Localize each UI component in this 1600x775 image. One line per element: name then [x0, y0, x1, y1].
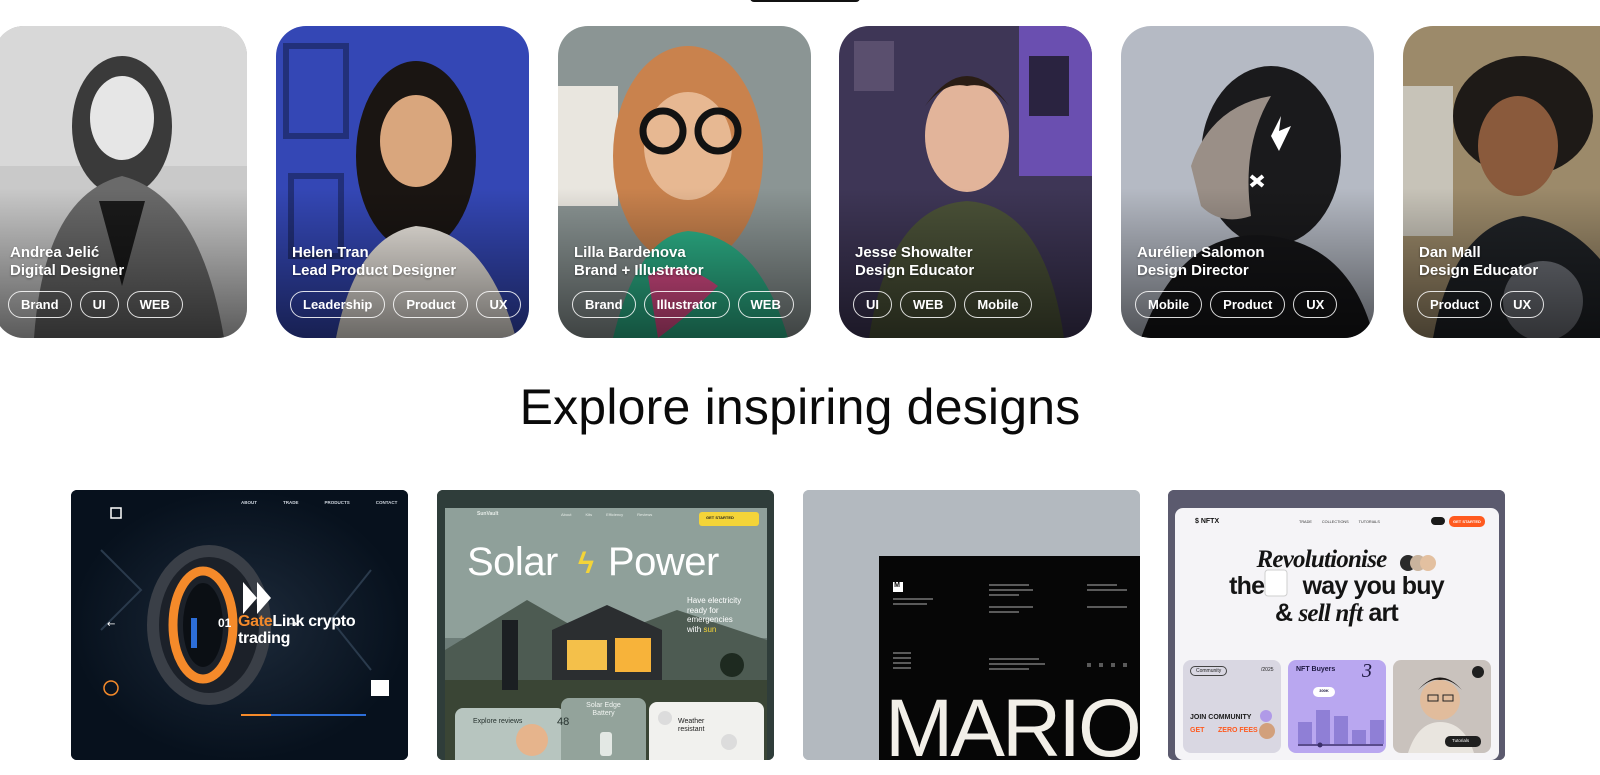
- solar-nav: About Kits Efficiency Reviews: [561, 512, 652, 517]
- designer-carousel: Andrea Jelić Digital Designer Brand UI W…: [0, 26, 1600, 338]
- mario-big-text: MARIO: [885, 683, 1140, 761]
- tag[interactable]: Product: [1210, 291, 1286, 318]
- nftx-nav: TRADE COLLECTIONS TUTORIALS: [1299, 520, 1380, 524]
- tag-list: Product UX: [1417, 291, 1545, 318]
- tag[interactable]: Mobile: [964, 291, 1032, 318]
- designer-role: Design Educator: [855, 262, 975, 279]
- tag-list: Brand UI WEB: [8, 291, 183, 318]
- designer-name: Dan Mall: [1419, 244, 1481, 261]
- nav-link[interactable]: TRADE: [1299, 520, 1312, 524]
- design-shot-gatelink[interactable]: ← → ABOUT TRADE PRODUCTS CONTACT 01 Gate…: [71, 490, 408, 760]
- tag[interactable]: UI: [79, 291, 119, 318]
- scroll-indicator: [750, 0, 860, 2]
- designer-role: Design Director: [1137, 262, 1249, 279]
- nav-link[interactable]: CONTACT: [376, 500, 398, 505]
- tag[interactable]: WEB: [900, 291, 957, 318]
- tag[interactable]: UX: [476, 291, 521, 318]
- page: Andrea Jelić Digital Designer Brand UI W…: [0, 0, 1600, 775]
- solar-title-right: Power: [607, 540, 719, 584]
- designer-role: Brand + Illustrator: [574, 262, 704, 279]
- nav-link[interactable]: TUTORIALS: [1359, 520, 1380, 524]
- tag[interactable]: UX: [1293, 291, 1338, 318]
- designer-card[interactable]: Aurélien Salomon Design Director Mobile …: [1121, 26, 1374, 338]
- headline-line2: trading: [238, 630, 291, 647]
- nftx-fees: GET ZERO FEES: [1190, 727, 1258, 734]
- nav-link[interactable]: ABOUT: [241, 500, 257, 505]
- tag[interactable]: Product: [393, 291, 469, 318]
- designer-card[interactable]: Helen Tran Lead Product Designer Leaders…: [276, 26, 529, 338]
- tag[interactable]: Illustrator: [643, 291, 730, 318]
- gatelink-headline: GateLink crypto trading: [238, 613, 356, 647]
- designer-role: Design Educator: [1419, 262, 1539, 279]
- gatelink-nav: ABOUT TRADE PRODUCTS CONTACT: [241, 500, 397, 505]
- designer-info: Jesse Showalter Design Educator: [855, 244, 974, 280]
- nftx-buyers-stat: 3: [1362, 660, 1372, 682]
- designer-name: Helen Tran: [292, 244, 369, 261]
- headline-accent: Gate: [238, 613, 273, 630]
- tag[interactable]: UX: [1500, 291, 1545, 318]
- solar-tile-weather: Weather resistant: [678, 718, 705, 733]
- nftx-cta[interactable]: GET STARTED: [1453, 519, 1481, 524]
- nav-link[interactable]: Reviews: [637, 512, 652, 517]
- designer-card[interactable]: Lilla Bardenova Brand + Illustrator Bran…: [558, 26, 811, 338]
- tag-list: Mobile Product UX: [1135, 291, 1338, 318]
- solar-title-left: Solar: [467, 540, 558, 584]
- design-shot-mario[interactable]: M MARIO: [803, 490, 1140, 760]
- nftx-headline: Revolutionise the way you buy & sell nft…: [1229, 546, 1444, 627]
- design-shot-solar[interactable]: SunVault About Kits Efficiency Reviews G…: [437, 490, 774, 760]
- nftx-community-year: /2025: [1261, 667, 1274, 673]
- designer-card[interactable]: Dan Mall Design Educator Product UX: [1403, 26, 1600, 338]
- headline-rest: Link crypto: [272, 613, 356, 630]
- solar-side-text: Have electricity ready for emergencies w…: [687, 596, 742, 634]
- gatelink-counter: 01: [218, 616, 232, 630]
- tag[interactable]: Leadership: [290, 291, 386, 318]
- bolt-icon: ϟ: [578, 547, 594, 580]
- solar-tile-battery: Solar Edge Battery: [586, 702, 621, 717]
- nftx-tutorials[interactable]: Tutorials: [1452, 738, 1469, 743]
- designer-card[interactable]: Andrea Jelić Digital Designer Brand UI W…: [0, 26, 247, 338]
- tag[interactable]: Brand: [8, 291, 72, 318]
- nav-link[interactable]: Efficiency: [606, 512, 623, 517]
- section-title: Explore inspiring designs: [519, 379, 1081, 435]
- svg-text:←: ←: [107, 619, 115, 630]
- designer-role: Lead Product Designer: [292, 262, 457, 279]
- tag-list: Brand Illustrator WEB: [572, 291, 794, 318]
- nftx-join[interactable]: JOIN COMMUNITY: [1190, 714, 1251, 721]
- designer-info: Andrea Jelić Digital Designer: [10, 244, 124, 280]
- designer-name: Aurélien Salomon: [1137, 244, 1265, 261]
- designer-info: Lilla Bardenova Brand + Illustrator: [574, 244, 704, 280]
- tag[interactable]: WEB: [126, 291, 183, 318]
- tag[interactable]: Brand: [572, 291, 636, 318]
- nav-link[interactable]: PRODUCTS: [325, 500, 350, 505]
- tag-list: Leadership Product UX: [290, 291, 521, 318]
- solar-cta[interactable]: GET STARTED: [706, 515, 734, 520]
- nftx-buyers-badge: 300K: [1319, 688, 1329, 693]
- nav-link[interactable]: COLLECTIONS: [1322, 520, 1349, 524]
- solar-brand: SunVault: [477, 511, 499, 517]
- designer-info: Dan Mall Design Educator: [1419, 244, 1538, 280]
- designer-name: Andrea Jelić: [10, 244, 100, 261]
- design-shot-nftx[interactable]: $ NFTX TRADE COLLECTIONS TUTORIALS GET S…: [1168, 490, 1505, 760]
- tag-list: UI WEB Mobile: [853, 291, 1032, 318]
- nav-link[interactable]: TRADE: [283, 500, 299, 505]
- nav-link[interactable]: About: [561, 512, 571, 517]
- tag[interactable]: Product: [1417, 291, 1493, 318]
- nftx-buyers-label: NFT Buyers: [1296, 666, 1336, 673]
- designer-info: Aurélien Salomon Design Director: [1137, 244, 1265, 280]
- tag[interactable]: WEB: [737, 291, 794, 318]
- designer-card[interactable]: Jesse Showalter Design Educator UI WEB M…: [839, 26, 1092, 338]
- nav-link[interactable]: Kits: [585, 512, 592, 517]
- nftx-community-tag: Community: [1190, 666, 1228, 676]
- solar-tile-reviews: Explore reviews: [473, 718, 523, 725]
- designer-role: Digital Designer: [10, 262, 125, 279]
- designer-name: Lilla Bardenova: [574, 244, 686, 261]
- designer-info: Helen Tran Lead Product Designer: [292, 244, 456, 280]
- nftx-brand: $ NFTX: [1195, 518, 1220, 525]
- mario-logo: M: [894, 582, 900, 589]
- tag[interactable]: Mobile: [1135, 291, 1203, 318]
- tag[interactable]: UI: [853, 291, 892, 318]
- designer-name: Jesse Showalter: [855, 244, 973, 261]
- solar-tile-number: 48: [557, 716, 570, 728]
